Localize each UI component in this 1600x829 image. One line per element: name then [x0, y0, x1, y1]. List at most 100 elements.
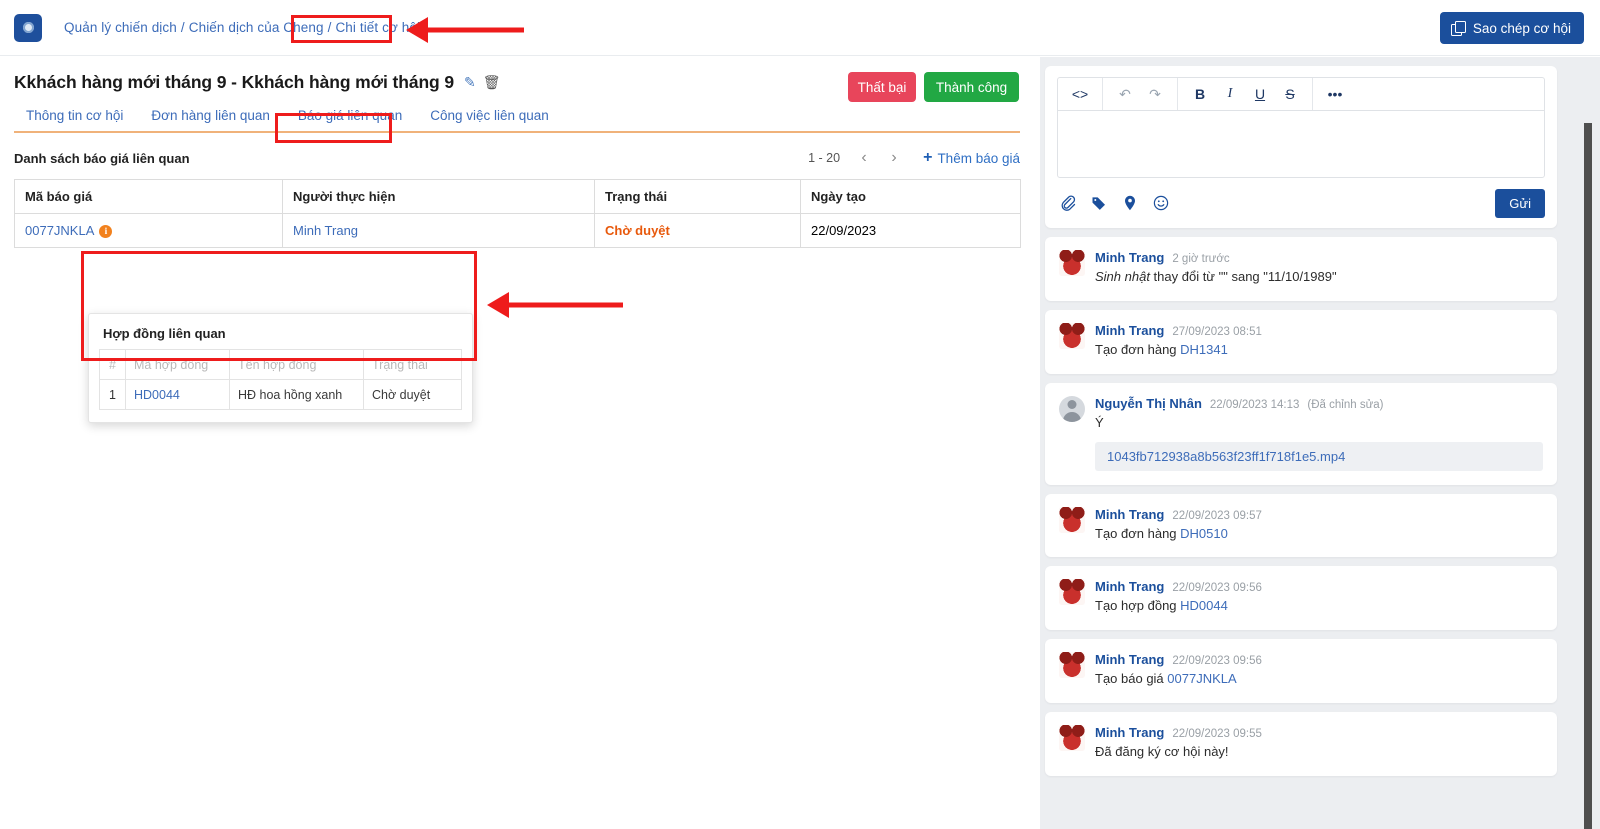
avatar — [1059, 322, 1085, 349]
quote-assignee-link[interactable]: Minh Trang — [293, 223, 358, 238]
chevron-left-icon[interactable]: ‹ — [850, 145, 879, 171]
activity-item: Minh Trang 22/09/2023 09:56 Tạo hợp đồng… — [1045, 566, 1557, 631]
more-options-icon[interactable]: ••• — [1322, 81, 1348, 107]
activity-text-italic: Sinh nhật — [1095, 269, 1150, 284]
activity-item: Nguyễn Thị Nhân 22/09/2023 14:13 (Đã chỉ… — [1045, 382, 1557, 485]
avatar — [1059, 250, 1085, 276]
breadcrumb-item-0[interactable]: Quản lý chiến dịch — [64, 20, 177, 35]
breadcrumb-separator: / — [180, 20, 185, 35]
table-row[interactable]: 1 HD0044 HĐ hoa hồng xanh Chờ duyệt — [99, 379, 462, 410]
app-logo-button[interactable] — [14, 13, 42, 42]
activity-author[interactable]: Minh Trang — [1095, 579, 1164, 594]
activity-item: Minh Trang 27/09/2023 08:51 Tạo đơn hàng… — [1045, 309, 1557, 374]
activity-header: Minh Trang 2 giờ trước — [1095, 250, 1543, 265]
success-button[interactable]: Thành công — [924, 72, 1019, 102]
tab-thong-tin-co-hoi[interactable]: Thông tin cơ hội — [14, 108, 137, 131]
location-pin-icon[interactable] — [1119, 192, 1141, 214]
activity-body: Minh Trang 27/09/2023 08:51 Tạo đơn hàng… — [1095, 323, 1543, 360]
toolbar-group-code: <> — [1058, 78, 1102, 110]
quote-code-link[interactable]: 0077JNKLA — [25, 223, 94, 238]
contract-code-link[interactable]: HD0044 — [134, 388, 180, 402]
underline-icon[interactable]: U — [1247, 81, 1273, 107]
add-quote-label: Thêm báo giá — [937, 150, 1020, 166]
activity-timestamp: 22/09/2023 09:56 — [1172, 655, 1262, 668]
editor-action-bar: Gửi — [1057, 188, 1545, 218]
trash-icon[interactable]: 🗑 — [483, 75, 501, 89]
quotes-col-ngay-tao: Ngày tạo — [800, 179, 1021, 214]
activity-column: <> ↶ ↷ B I U S ••• Gửi Minh Trang 2 giờ … — [1045, 57, 1557, 785]
activity-author[interactable]: Nguyễn Thị Nhân — [1095, 396, 1202, 411]
activity-author[interactable]: Minh Trang — [1095, 507, 1164, 522]
fail-button[interactable]: Thất bại — [848, 72, 916, 102]
contract-code-cell: HD0044 — [125, 379, 230, 410]
copy-opportunity-button[interactable]: Sao chép cơ hội — [1439, 12, 1584, 44]
contracts-header-row: # Mã hợp đồng Tên hợp đồng Trạng thái — [99, 349, 462, 380]
activity-author[interactable]: Minh Trang — [1095, 323, 1164, 338]
activity-scrollbar[interactable] — [1584, 123, 1592, 829]
activity-text-rest: thay đổi từ "" sang "11/10/1989" — [1149, 269, 1337, 284]
bold-icon[interactable]: B — [1187, 81, 1213, 107]
page-title: Kkhách hàng mới tháng 9 - Kkhách hàng mớ… — [14, 71, 455, 92]
related-contracts-popup: Hợp đồng liên quan # Mã hợp đồng Tên hợp… — [88, 313, 473, 423]
info-icon[interactable]: i — [99, 225, 113, 239]
activity-text: Sinh nhật thay đổi từ "" sang "11/10/198… — [1095, 268, 1543, 287]
redo-icon[interactable]: ↷ — [1142, 81, 1168, 107]
quotes-list-tools: 1 - 20 ‹ › + Thêm báo giá — [808, 145, 1020, 171]
activity-text: Tạo báo giá 0077JNKLA — [1095, 670, 1543, 689]
strikethrough-icon[interactable]: S — [1277, 81, 1303, 107]
activity-link[interactable]: DH0510 — [1180, 526, 1228, 541]
activity-panel: <> ↶ ↷ B I U S ••• Gửi Minh Trang 2 giờ … — [1040, 57, 1600, 829]
quote-created-cell: 22/09/2023 — [800, 213, 1021, 248]
comment-input[interactable] — [1057, 110, 1545, 178]
status-badge: Chờ duyệt — [605, 223, 670, 238]
activity-author[interactable]: Minh Trang — [1095, 725, 1164, 740]
tab-cong-viec-lien-quan[interactable]: Công việc liên quan — [416, 108, 563, 131]
chevron-right-icon[interactable]: › — [880, 145, 909, 171]
activity-author[interactable]: Minh Trang — [1095, 250, 1164, 265]
activity-timestamp: 22/09/2023 14:13 — [1209, 398, 1300, 411]
activity-header: Minh Trang 22/09/2023 09:55 — [1095, 725, 1543, 740]
pencil-icon[interactable]: ✎ — [464, 75, 476, 89]
activity-item: Minh Trang 22/09/2023 09:56 Tạo báo giá … — [1045, 639, 1557, 704]
activity-scrollbar-thumb[interactable] — [1584, 123, 1592, 829]
activity-timestamp: 27/09/2023 08:51 — [1172, 325, 1262, 338]
breadcrumb-separator: / — [327, 20, 332, 35]
add-quote-button[interactable]: + Thêm báo giá — [923, 150, 1020, 166]
activity-body: Minh Trang 22/09/2023 09:56 Tạo báo giá … — [1095, 652, 1543, 689]
table-row[interactable]: 0077JNKLA i Minh Trang Chờ duyệt 22/09/20… — [14, 213, 1021, 248]
activity-attachment[interactable]: 1043fb712938a8b563f23ff1f718f1e5.mp4 — [1095, 441, 1543, 471]
tab-bao-gia-lien-quan[interactable]: Báo giá liên quan — [284, 108, 416, 131]
editor-toolbar: <> ↶ ↷ B I U S ••• — [1057, 77, 1545, 110]
contract-index-cell: 1 — [99, 379, 126, 410]
tab-bar: Thông tin cơ hội Đơn hàng liên quan Báo … — [14, 104, 1020, 133]
activity-link[interactable]: HD0044 — [1180, 598, 1228, 613]
quotes-col-nguoi-thuc-hien: Người thực hiện — [282, 179, 595, 214]
breadcrumb-current[interactable]: Chi tiết cơ hội — [335, 20, 420, 35]
tab-don-hang-lien-quan[interactable]: Đơn hàng liên quan — [137, 108, 283, 131]
breadcrumb-item-1[interactable]: Chiến dịch của Cheng — [189, 20, 324, 35]
emoji-icon[interactable] — [1150, 192, 1172, 214]
send-comment-button[interactable]: Gửi — [1495, 188, 1545, 218]
quote-assignee-cell: Minh Trang — [282, 213, 595, 248]
contracts-table: # Mã hợp đồng Tên hợp đồng Trạng thái 1 … — [99, 349, 462, 410]
activity-item: Minh Trang 2 giờ trước Sinh nhật thay đổ… — [1045, 237, 1557, 301]
quote-status-cell: Chờ duyệt — [594, 213, 801, 248]
italic-icon[interactable]: I — [1217, 81, 1243, 107]
activity-body: Minh Trang 22/09/2023 09:56 Tạo hợp đồng… — [1095, 579, 1543, 616]
activity-edited-label: (Đã chỉnh sửa) — [1307, 398, 1384, 411]
activity-link[interactable]: DH1341 — [1180, 342, 1228, 357]
record-dot-icon — [22, 22, 34, 33]
activity-timestamp: 22/09/2023 09:57 — [1172, 509, 1262, 522]
contract-status-cell: Chờ duyệt — [363, 379, 462, 410]
undo-icon[interactable]: ↶ — [1112, 81, 1138, 107]
tag-icon[interactable] — [1088, 192, 1110, 214]
activity-author[interactable]: Minh Trang — [1095, 652, 1164, 667]
contracts-col-ten-hop-dong: Tên hợp đồng — [229, 349, 364, 380]
pagination-count: 1 - 20 — [808, 151, 841, 165]
activity-body: Nguyễn Thị Nhân 22/09/2023 14:13 (Đã chỉ… — [1095, 396, 1543, 471]
attachment-icon[interactable] — [1057, 192, 1079, 214]
quotes-list-header: Danh sách báo giá liên quan 1 - 20 ‹ › +… — [14, 145, 1020, 171]
avatar — [1059, 506, 1085, 533]
code-icon[interactable]: <> — [1067, 81, 1093, 107]
activity-link[interactable]: 0077JNKLA — [1167, 671, 1236, 686]
